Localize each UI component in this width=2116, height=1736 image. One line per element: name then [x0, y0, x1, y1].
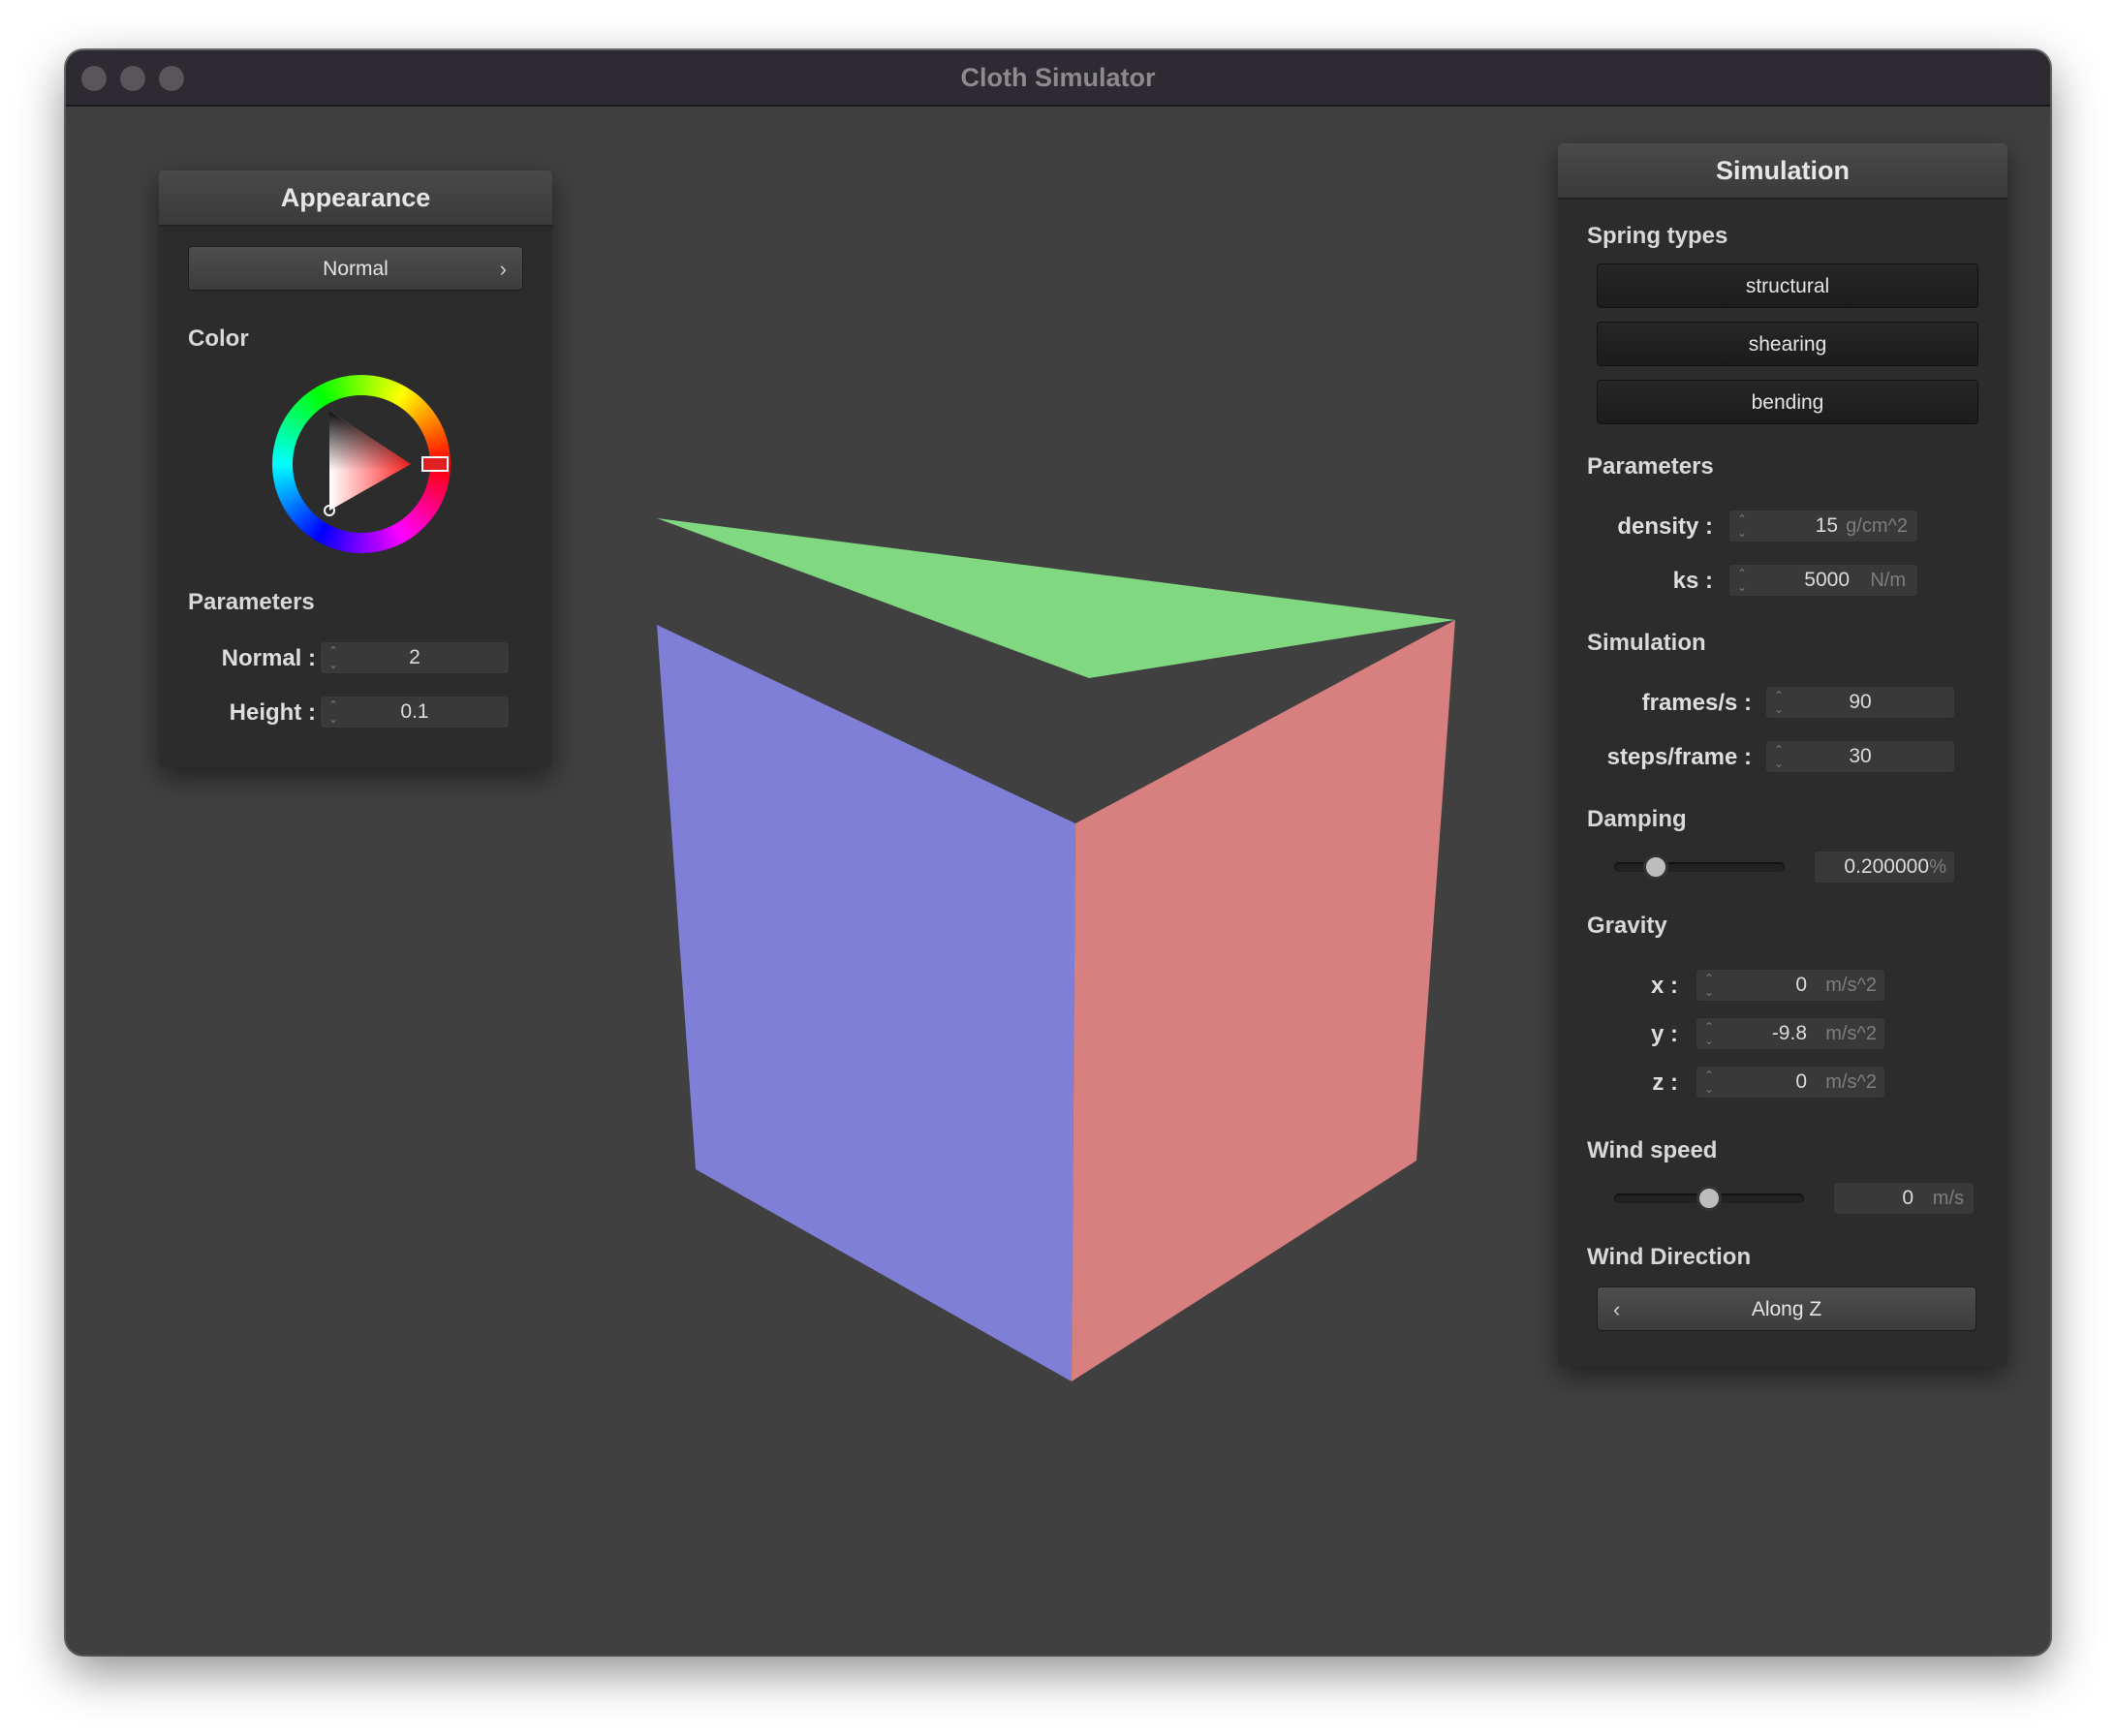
ks-value: 5000: [1804, 569, 1850, 591]
ks-input[interactable]: ⌃ ⌄ 5000 N/m: [1728, 564, 1918, 597]
gravity-z-value: 0: [1795, 1070, 1807, 1093]
hue-marker[interactable]: [421, 456, 449, 472]
wind-direction-select[interactable]: ‹ Along Z: [1597, 1286, 1976, 1331]
spinner-arrows-icon[interactable]: ⌃ ⌄: [1704, 1020, 1714, 1047]
sim-parameters-label: Parameters: [1587, 453, 1714, 480]
steps-label: steps/frame :: [1606, 744, 1752, 770]
spinner-arrows-icon[interactable]: ⌃ ⌄: [1704, 1069, 1714, 1096]
height-value: 0.1: [400, 700, 429, 723]
density-value: 15: [1815, 514, 1838, 537]
color-label: Color: [188, 326, 249, 352]
density-label: density :: [1617, 513, 1713, 540]
normal-input[interactable]: ⌃ ⌄ 2: [320, 641, 510, 674]
steps-value: 30: [1849, 745, 1872, 767]
chevron-right-icon: ›: [499, 257, 507, 281]
damping-label: Damping: [1587, 806, 1687, 832]
wind-speed-slider-knob[interactable]: [1696, 1186, 1722, 1211]
wind-direction-label: Wind Direction: [1587, 1244, 1752, 1270]
damping-slider-knob[interactable]: [1643, 854, 1668, 880]
spring-types-label: Spring types: [1587, 223, 1728, 249]
window-title: Cloth Simulator: [960, 63, 1156, 92]
damping-unit: %: [1929, 856, 1946, 878]
wind-speed-label: Wind speed: [1587, 1137, 1718, 1163]
gravity-x-input[interactable]: ⌃ ⌄ 0 m/s^2: [1696, 969, 1885, 1002]
fps-value: 90: [1849, 691, 1872, 713]
wind-speed-slider[interactable]: [1614, 1186, 1804, 1211]
spinner-arrows-icon[interactable]: ⌃ ⌄: [1737, 512, 1747, 540]
cube-right-face: [1072, 620, 1455, 1381]
gravity-z-input[interactable]: ⌃ ⌄ 0 m/s^2: [1696, 1066, 1885, 1099]
gravity-y-label: y :: [1650, 1021, 1678, 1047]
gravity-x-unit: m/s^2: [1825, 975, 1877, 996]
gravity-y-input[interactable]: ⌃ ⌄ -9.8 m/s^2: [1696, 1017, 1885, 1050]
spinner-arrows-icon[interactable]: ⌃ ⌄: [1704, 972, 1714, 999]
fps-input[interactable]: ⌃ ⌄ 90: [1765, 686, 1955, 719]
gravity-label: Gravity: [1587, 913, 1667, 939]
gravity-y-value: -9.8: [1771, 1022, 1807, 1044]
density-input[interactable]: ⌃ ⌄ 15 g/cm^2: [1728, 510, 1918, 542]
color-wheel[interactable]: [269, 372, 453, 556]
shearing-toggle[interactable]: shearing: [1597, 322, 1978, 366]
steps-input[interactable]: ⌃ ⌄ 30: [1765, 740, 1955, 773]
damping-value: 0.200000: [1844, 855, 1929, 878]
gravity-x-label: x :: [1650, 973, 1678, 999]
bending-toggle[interactable]: bending: [1597, 380, 1978, 424]
wind-speed-input[interactable]: 0 m/s: [1833, 1182, 1975, 1215]
normal-label: Normal :: [221, 645, 316, 671]
height-label: Height :: [229, 699, 316, 726]
gravity-z-unit: m/s^2: [1825, 1071, 1877, 1093]
ks-unit: N/m: [1870, 570, 1906, 591]
damping-input[interactable]: 0.200000 %: [1814, 851, 1955, 884]
damping-slider[interactable]: [1614, 854, 1785, 880]
simulation-panel: Simulation Spring types structural shear…: [1558, 143, 2007, 1366]
app-window: Cloth Simulator Appearance Normal › Colo…: [66, 50, 2050, 1655]
simulation-panel-title: Simulation: [1558, 143, 2007, 200]
density-unit: g/cm^2: [1846, 515, 1908, 537]
simulation-section-label: Simulation: [1587, 630, 1706, 656]
chevron-left-icon: ‹: [1613, 1297, 1621, 1321]
wind-speed-value: 0: [1902, 1187, 1914, 1209]
appearance-panel-title: Appearance: [159, 170, 552, 227]
normal-value: 2: [409, 646, 420, 668]
gravity-y-unit: m/s^2: [1825, 1023, 1877, 1044]
wind-direction-value: Along Z: [1751, 1298, 1822, 1320]
gravity-z-label: z :: [1652, 1070, 1678, 1096]
shader-select[interactable]: Normal ›: [188, 246, 523, 291]
structural-toggle[interactable]: structural: [1597, 264, 1978, 308]
height-input[interactable]: ⌃ ⌄ 0.1: [320, 696, 510, 728]
cube-left-face: [657, 625, 1075, 1381]
fps-label: frames/s :: [1641, 690, 1752, 716]
spinner-arrows-icon[interactable]: ⌃ ⌄: [1737, 567, 1747, 594]
appearance-parameters-label: Parameters: [188, 589, 315, 615]
shader-select-value: Normal: [323, 258, 389, 280]
cube-top-face: [657, 518, 1455, 678]
gravity-x-value: 0: [1795, 974, 1807, 996]
appearance-panel: Appearance Normal › Color Parameters Nor…: [159, 170, 552, 767]
wind-speed-unit: m/s: [1932, 1188, 1964, 1209]
ks-label: ks :: [1672, 568, 1713, 594]
title-bar: Cloth Simulator: [66, 50, 2050, 107]
